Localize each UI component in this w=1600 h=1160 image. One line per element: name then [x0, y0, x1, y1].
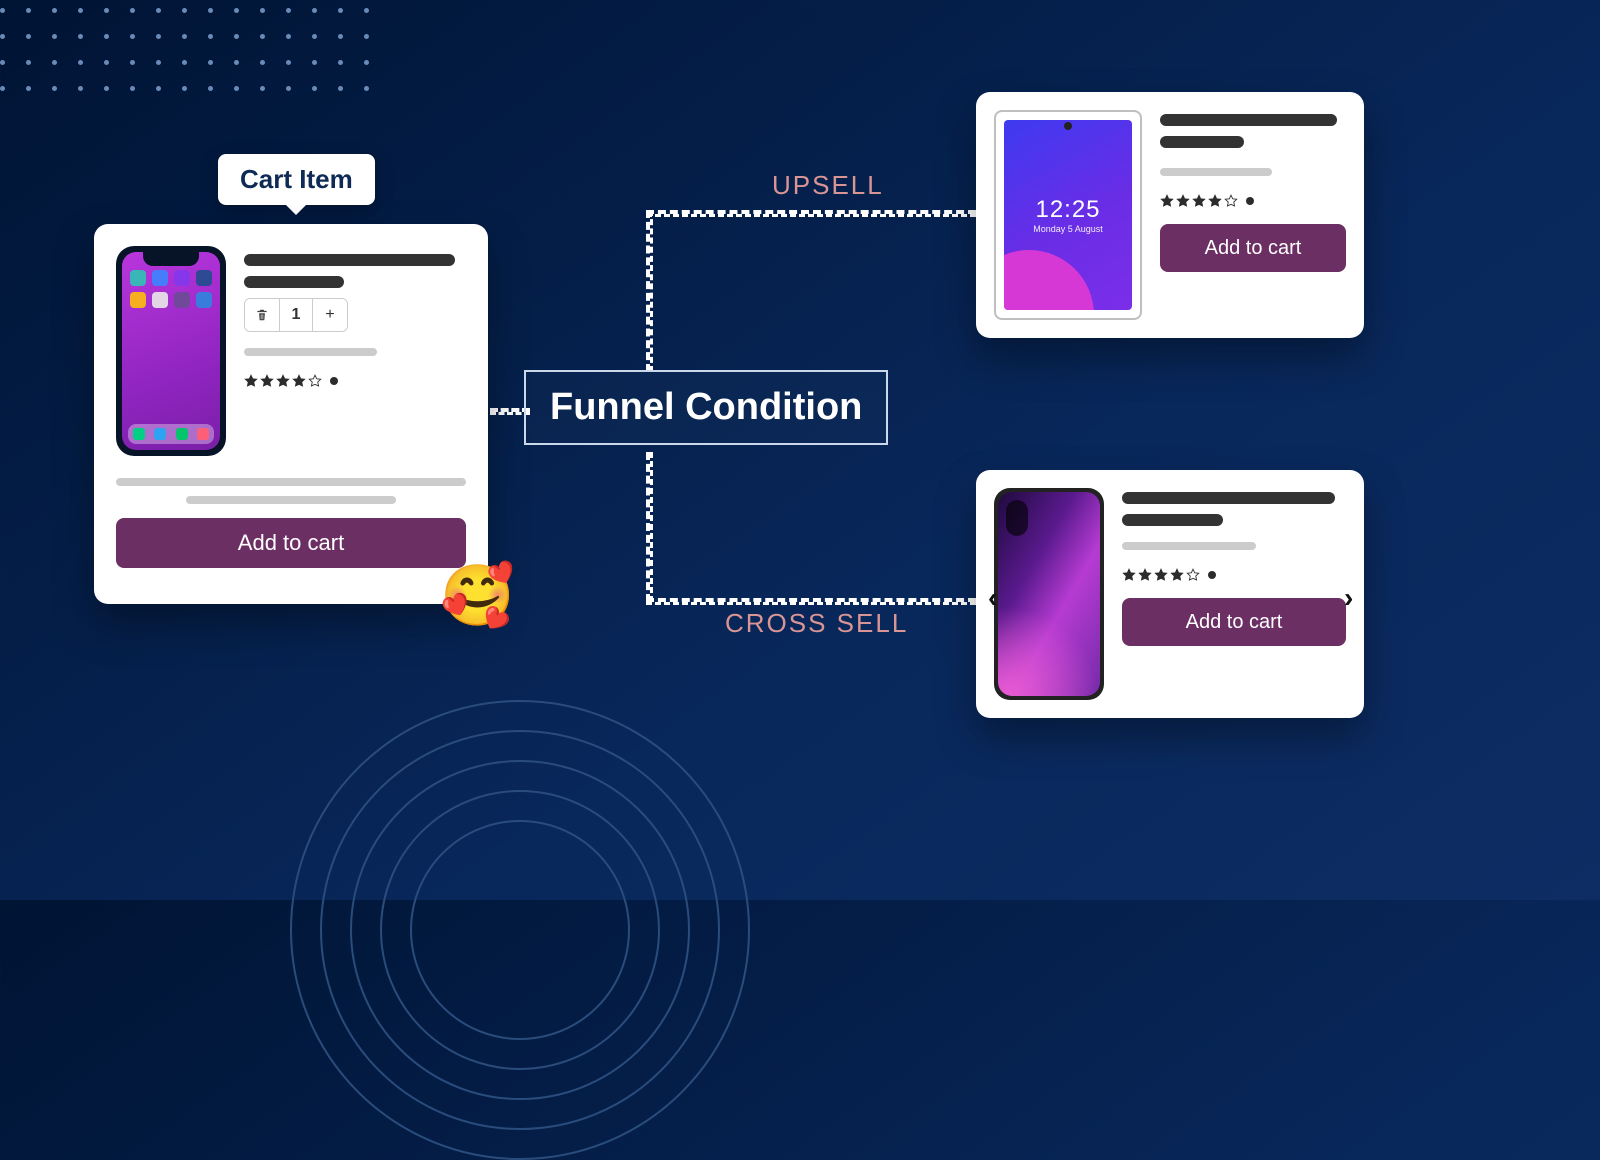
- decorative-dot-grid: [0, 8, 384, 106]
- heart-face-emoji-icon: 🥰: [440, 560, 515, 631]
- product-title-placeholder: [244, 254, 455, 266]
- connector-funnel-to-upsell-v: [646, 210, 653, 372]
- cart-item-rating: [244, 374, 466, 388]
- device-date: Monday 5 August: [1033, 224, 1103, 234]
- connector-funnel-to-cross-h: [646, 598, 976, 605]
- carousel-prev-button[interactable]: ‹: [988, 582, 997, 614]
- quantity-increase-button[interactable]: +: [313, 299, 347, 331]
- decorative-rings: [290, 700, 750, 1160]
- upsell-title-placeholder: [1160, 114, 1337, 126]
- cross-sell-rating: [1122, 568, 1346, 582]
- upsell-product-image: 12:25 Monday 5 August: [994, 110, 1142, 320]
- cross-sell-product-image: [994, 488, 1104, 700]
- product-subtitle-placeholder: [244, 276, 344, 288]
- upsell-add-to-cart-button[interactable]: Add to cart: [1160, 224, 1346, 272]
- connector-funnel-to-upsell-h: [646, 210, 976, 217]
- remove-item-button[interactable]: [245, 299, 279, 331]
- product-meta-placeholder: [244, 348, 377, 356]
- add-to-cart-button[interactable]: Add to cart: [116, 518, 466, 568]
- connector-funnel-to-cross-v: [646, 452, 653, 602]
- cross-sell-label: CROSS SELL: [725, 608, 908, 639]
- cross-sell-offer-card: Add to cart: [976, 470, 1364, 718]
- upsell-label: UPSELL: [772, 170, 884, 201]
- cart-item-product-image: [116, 246, 226, 456]
- funnel-condition-box: Funnel Condition: [524, 370, 888, 445]
- device-time: 12:25: [1035, 196, 1100, 224]
- quantity-stepper[interactable]: 1 +: [244, 298, 348, 332]
- cross-sell-subtitle-placeholder: [1122, 514, 1223, 526]
- upsell-rating: [1160, 194, 1346, 208]
- cart-item-card: 1 + Add to cart: [94, 224, 488, 604]
- trash-icon: [255, 308, 269, 322]
- upsell-meta-placeholder: [1160, 168, 1272, 176]
- carousel-next-button[interactable]: ›: [1344, 582, 1353, 614]
- description-line-1: [116, 478, 466, 486]
- upsell-subtitle-placeholder: [1160, 136, 1244, 148]
- cross-sell-title-placeholder: [1122, 492, 1335, 504]
- cart-item-badge: Cart Item: [218, 154, 375, 205]
- cross-sell-add-to-cart-button[interactable]: Add to cart: [1122, 598, 1346, 646]
- description-line-2: [186, 496, 396, 504]
- upsell-offer-card: 12:25 Monday 5 August Add to cart: [976, 92, 1364, 338]
- quantity-value: 1: [279, 299, 313, 331]
- cross-sell-meta-placeholder: [1122, 542, 1256, 550]
